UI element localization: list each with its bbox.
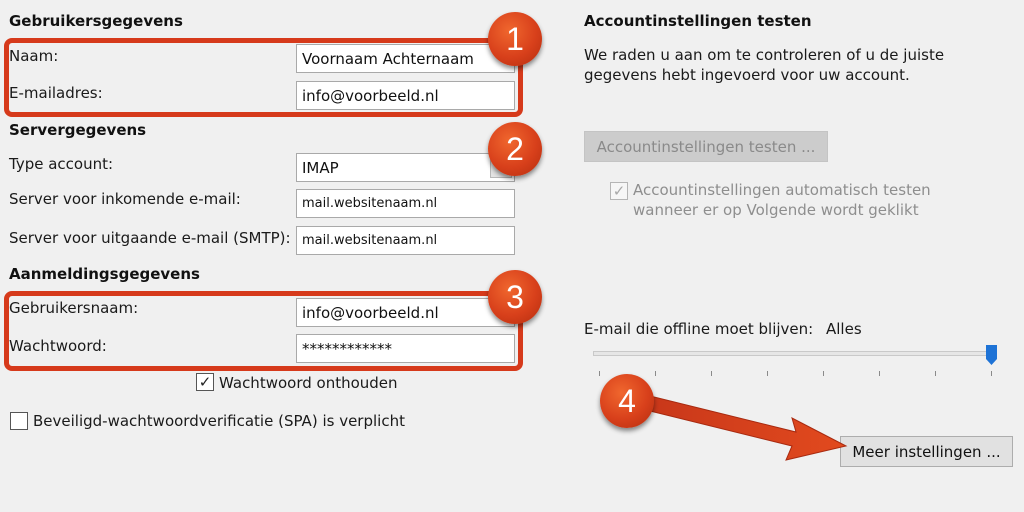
server-section-heading: Servergegevens <box>9 121 147 139</box>
annotation-badge-1: 1 <box>488 12 542 66</box>
checkmark-icon: ✓ <box>612 181 626 200</box>
test-account-settings-button[interactable]: Accountinstellingen testen ... <box>584 131 828 162</box>
annotation-badge-2: 2 <box>488 122 542 176</box>
slider-tick <box>935 371 936 376</box>
spa-checkbox[interactable] <box>10 412 28 430</box>
slider-tick <box>655 371 656 376</box>
callout-box-user <box>4 38 523 117</box>
incoming-server-field[interactable]: mail.websitenaam.nl <box>296 189 515 218</box>
remember-password-label: Wachtwoord onthouden <box>219 374 398 392</box>
slider-tick <box>879 371 880 376</box>
slider-tick <box>991 371 992 376</box>
remember-password-checkbox[interactable]: ✓ <box>196 373 214 391</box>
incoming-server-label: Server voor inkomende e-mail: <box>9 190 241 208</box>
annotation-badge-3: 3 <box>488 270 542 324</box>
outgoing-server-field[interactable]: mail.websitenaam.nl <box>296 226 515 255</box>
outgoing-server-label: Server voor uitgaande e-mail (SMTP): <box>9 229 291 247</box>
slider-tick <box>599 371 600 376</box>
slider-tick <box>767 371 768 376</box>
callout-box-login <box>4 291 523 371</box>
more-settings-button[interactable]: Meer instellingen ... <box>840 436 1013 467</box>
offline-value: Alles <box>826 320 862 338</box>
auto-test-label-line2: wanneer er op Volgende wordt geklikt <box>633 201 919 219</box>
slider-thumb[interactable] <box>986 345 997 365</box>
account-type-select[interactable]: IMAP ▾ <box>296 153 515 182</box>
user-section-heading: Gebruikersgegevens <box>9 12 183 30</box>
auto-test-checkbox[interactable]: ✓ <box>610 182 628 200</box>
spa-label: Beveiligd-wachtwoordverificatie (SPA) is… <box>33 412 405 430</box>
login-section-heading: Aanmeldingsgegevens <box>9 265 200 283</box>
account-type-label: Type account: <box>9 155 114 173</box>
checkmark-icon: ✓ <box>198 372 212 391</box>
slider-tick <box>823 371 824 376</box>
test-section-heading: Accountinstellingen testen <box>584 12 812 30</box>
offline-slider[interactable] <box>593 343 1005 379</box>
annotation-badge-4: 4 <box>600 374 654 428</box>
test-description-line1: We raden u aan om te controleren of u de… <box>584 46 945 64</box>
test-description-line2: gegevens hebt ingevoerd voor uw account. <box>584 66 910 84</box>
account-type-value: IMAP <box>302 158 339 177</box>
slider-track <box>593 351 997 356</box>
offline-label: E-mail die offline moet blijven: <box>584 320 814 338</box>
auto-test-label-line1: Accountinstellingen automatisch testen <box>633 181 931 199</box>
slider-tick <box>711 371 712 376</box>
